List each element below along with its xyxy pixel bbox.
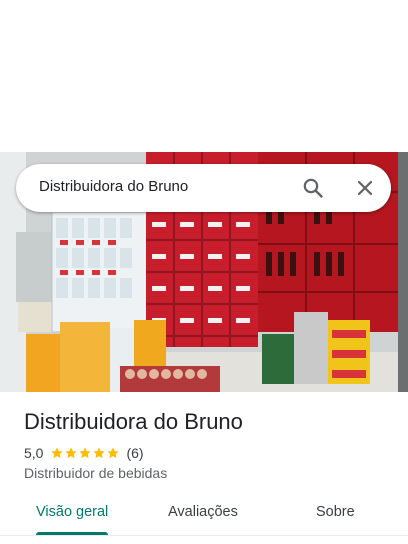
review-count[interactable]: (6) [126, 445, 143, 461]
star-icon [65, 447, 78, 459]
rating-stars [50, 446, 120, 460]
star-icon [107, 447, 120, 459]
place-title: Distribuidora do Bruno [24, 409, 243, 434]
place-category: Distribuidor de bebidas [24, 465, 168, 481]
search-bar[interactable]: Distribuidora do Bruno [16, 164, 391, 212]
star-icon [93, 447, 106, 459]
top-blank-area [0, 0, 408, 152]
tab-about[interactable]: Sobre [316, 504, 355, 520]
star-icon [51, 447, 64, 459]
star-icon [79, 447, 92, 459]
search-icon[interactable] [301, 176, 325, 200]
tabs-divider [0, 535, 408, 536]
rating-row[interactable]: 5,0 (6) [24, 444, 144, 462]
tab-reviews[interactable]: Avaliações [168, 504, 238, 520]
close-icon[interactable] [353, 176, 377, 200]
tab-overview[interactable]: Visão geral [36, 504, 108, 520]
rating-value: 5,0 [24, 445, 44, 461]
place-tabs: Visão geral Avaliações Sobre [0, 496, 408, 536]
search-input[interactable]: Distribuidora do Bruno [39, 178, 188, 195]
